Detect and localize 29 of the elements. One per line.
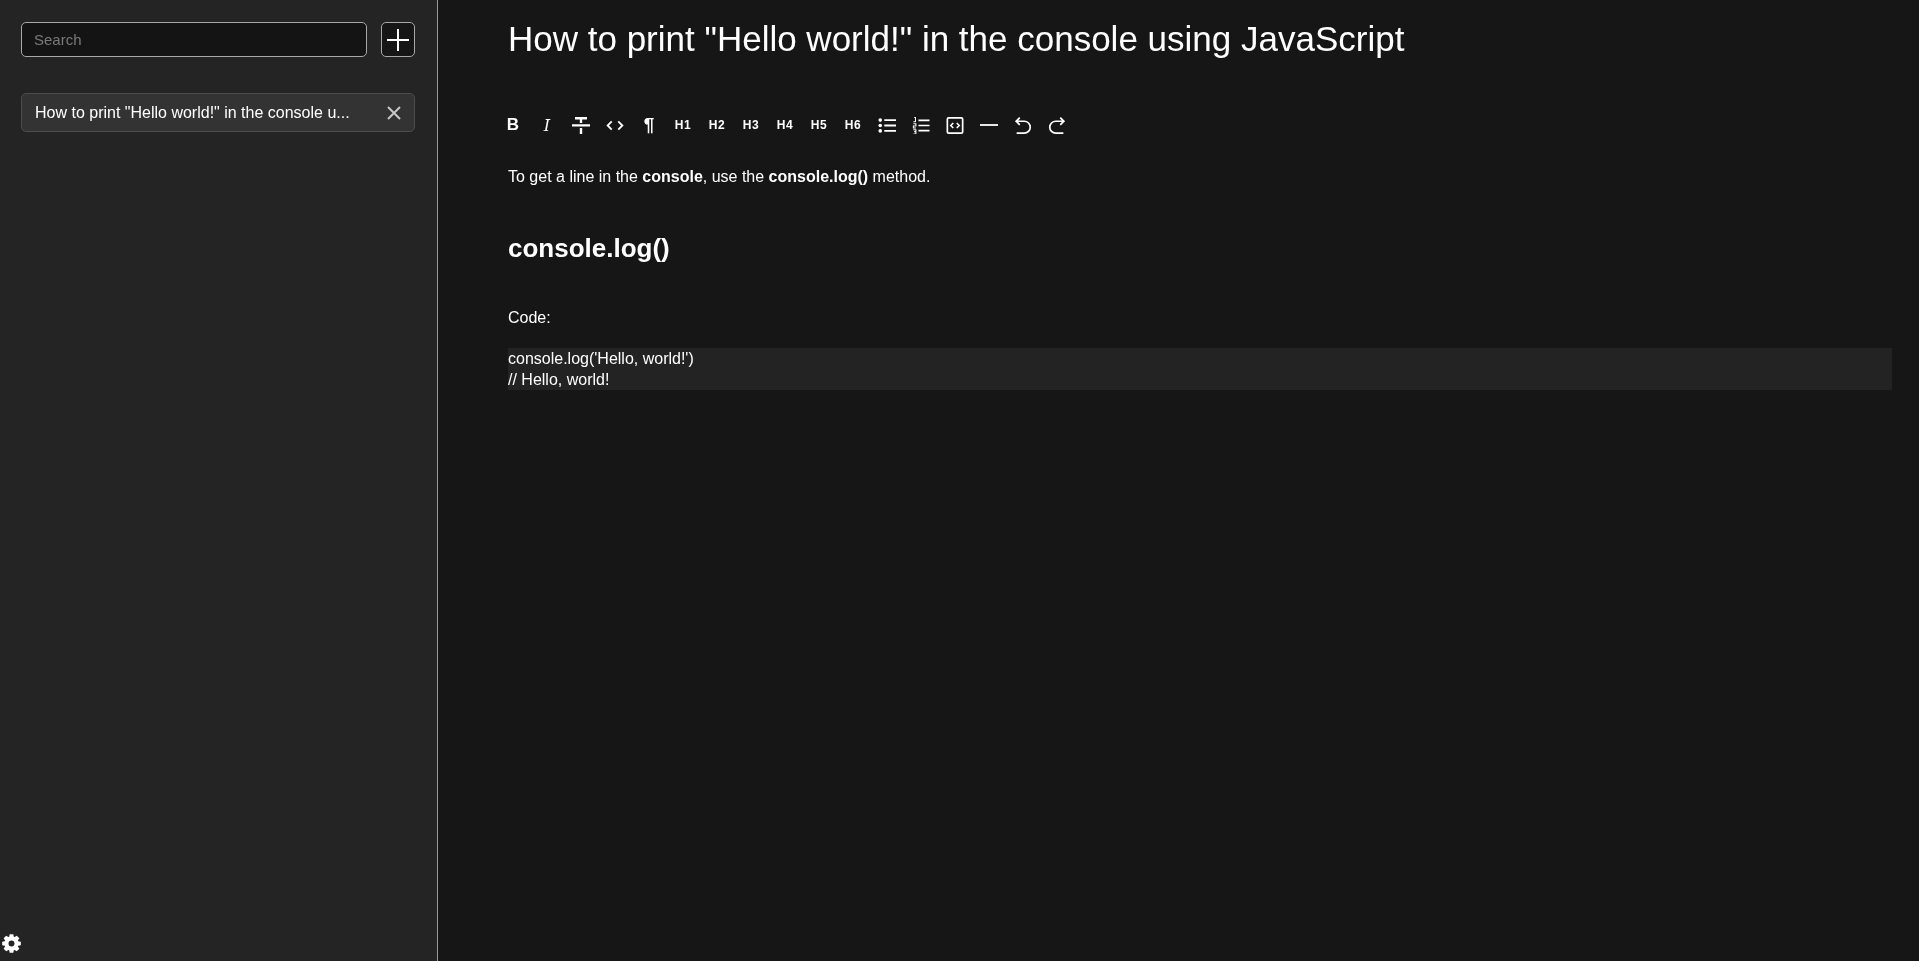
paragraph: To get a line in the console, use the console.log() method. bbox=[508, 167, 932, 187]
note-item[interactable]: How to print "Hello world!" in the console u... bbox=[21, 93, 415, 132]
note-title-heading: How to print "Hello world!" in the console using JavaScript bbox=[508, 18, 1406, 60]
code-line: console.log('Hello, world!') bbox=[508, 349, 695, 369]
heading-button[interactable]: H1 bbox=[672, 113, 694, 137]
close-icon[interactable] bbox=[387, 105, 401, 120]
plus-icon bbox=[387, 28, 409, 51]
code-block-icon bbox=[946, 116, 964, 134]
settings-icon[interactable] bbox=[2, 934, 21, 953]
undo-icon bbox=[1014, 116, 1032, 134]
bold-button[interactable]: B bbox=[502, 113, 524, 137]
heading-button[interactable]: H3 bbox=[740, 113, 762, 137]
section-heading: console.log() bbox=[508, 232, 671, 264]
horizontal-line-icon bbox=[980, 124, 998, 126]
new-note-button[interactable] bbox=[381, 22, 415, 57]
numbered-list-icon bbox=[912, 116, 930, 134]
search-field[interactable]: Search bbox=[21, 22, 367, 57]
strikethrough-icon bbox=[572, 116, 590, 134]
heading-button[interactable]: H6 bbox=[842, 113, 864, 137]
italic-button[interactable]: I bbox=[536, 113, 558, 137]
redo-icon bbox=[1048, 116, 1066, 134]
heading-button[interactable]: H5 bbox=[808, 113, 830, 137]
code-line: // Hello, world! bbox=[508, 370, 611, 390]
heading-button[interactable]: H2 bbox=[706, 113, 728, 137]
heading-button[interactable]: H4 bbox=[774, 113, 796, 137]
paragraph: Code: bbox=[508, 308, 552, 328]
note-title: How to print "Hello world!" in the console u... bbox=[35, 103, 350, 122]
paragraph-button[interactable]: ¶ bbox=[638, 113, 660, 137]
bullet-list-icon bbox=[878, 116, 896, 134]
